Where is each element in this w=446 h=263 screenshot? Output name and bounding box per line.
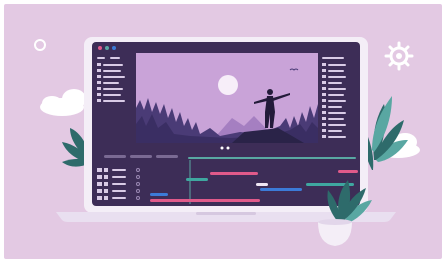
video-preview xyxy=(136,53,318,143)
play-dot-2 xyxy=(226,146,230,150)
pot xyxy=(318,222,352,246)
play-dot-1 xyxy=(220,146,224,150)
window-dot-close xyxy=(98,46,102,50)
window-dot-max xyxy=(112,46,116,50)
gear-icon xyxy=(384,41,414,71)
clip xyxy=(150,193,168,196)
cloud-left xyxy=(40,89,86,116)
laptop-illustration xyxy=(34,37,420,246)
clip xyxy=(150,199,260,202)
plant-right xyxy=(364,96,408,170)
decorative-ring xyxy=(34,39,46,51)
window-dot-min xyxy=(105,46,109,50)
clip xyxy=(260,188,302,191)
clip xyxy=(338,170,358,173)
illustration-scene xyxy=(0,0,446,263)
sun xyxy=(218,75,238,95)
clip xyxy=(256,183,268,186)
clip xyxy=(210,172,258,175)
clip xyxy=(186,178,208,181)
